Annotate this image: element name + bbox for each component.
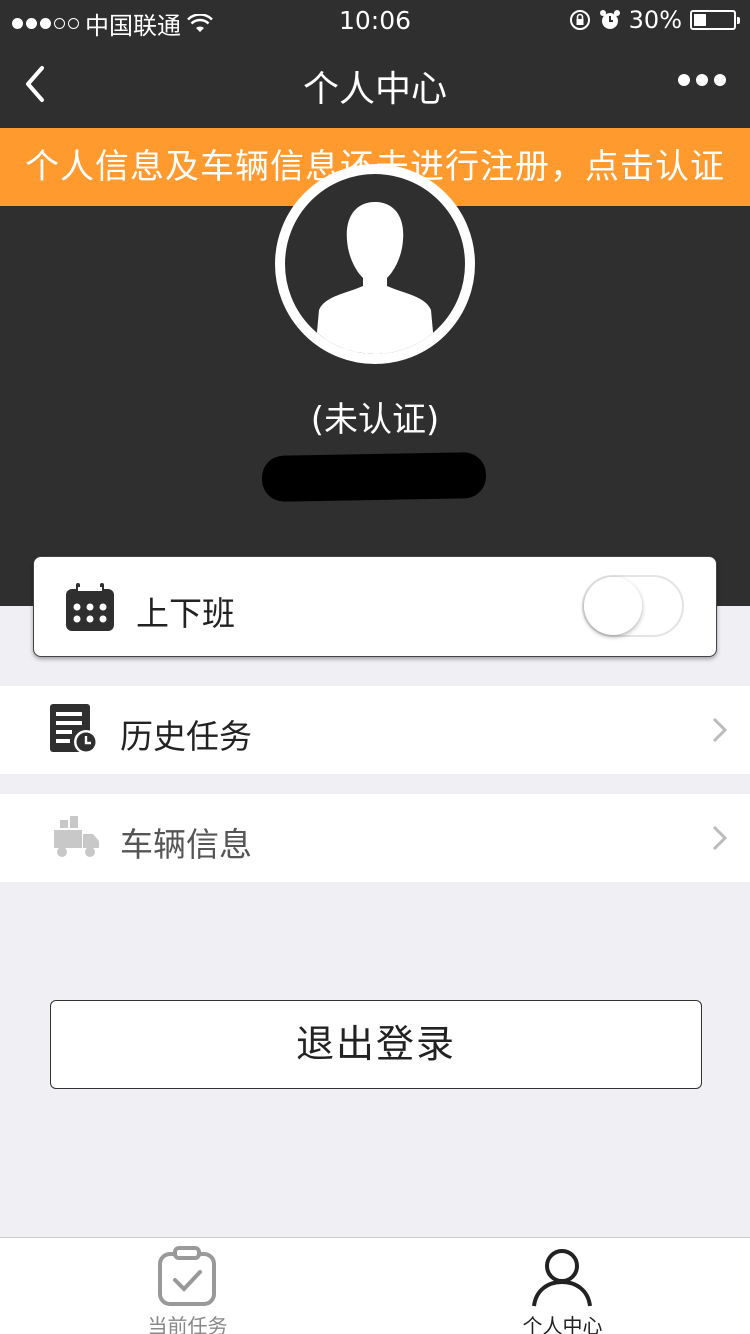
profile-header: (未认证): [0, 164, 750, 606]
alarm-icon: [599, 10, 620, 29]
menu-item-history-tasks[interactable]: 历史任务: [0, 686, 750, 774]
rotation-lock-icon: [569, 10, 590, 30]
shift-toggle-switch[interactable]: [582, 575, 684, 637]
calendar-icon: [66, 583, 114, 631]
shift-toggle-card: 上下班: [33, 556, 717, 657]
nav-bar: 个人中心: [0, 40, 750, 128]
history-tasks-label: 历史任务: [120, 717, 252, 756]
shift-label: 上下班: [136, 594, 235, 633]
tab-current-tasks[interactable]: 当前任务: [0, 1238, 375, 1334]
tab-personal-center-label: 个人中心: [522, 1314, 603, 1334]
menu-item-vehicle-info[interactable]: 车辆信息: [0, 794, 750, 882]
more-options-icon[interactable]: [678, 74, 726, 86]
battery-percent: 30%: [628, 6, 682, 34]
vehicle-info-label: 车辆信息: [120, 825, 252, 864]
tab-personal-center[interactable]: 个人中心: [375, 1238, 750, 1334]
battery-icon: [690, 10, 740, 30]
toggle-knob: [584, 577, 642, 635]
clipboard-check-icon: [158, 1246, 216, 1306]
history-document-icon: [50, 704, 98, 754]
avatar: [275, 164, 475, 364]
redacted-phone-number: [261, 452, 487, 502]
chevron-right-icon: [712, 717, 728, 743]
status-right: 30%: [569, 6, 740, 34]
person-icon: [532, 1249, 592, 1307]
logout-button[interactable]: 退出登录: [50, 1000, 702, 1089]
chevron-right-icon: [712, 825, 728, 851]
page-title: 个人中心: [302, 69, 447, 110]
verification-status: (未认证): [310, 400, 440, 440]
tab-bar: 当前任务 个人中心: [0, 1237, 750, 1334]
user-silhouette-icon: [315, 202, 435, 354]
status-bar: 中国联通 10:06 30%: [0, 0, 750, 40]
truck-icon: [54, 816, 99, 857]
tab-current-tasks-label: 当前任务: [147, 1314, 228, 1334]
